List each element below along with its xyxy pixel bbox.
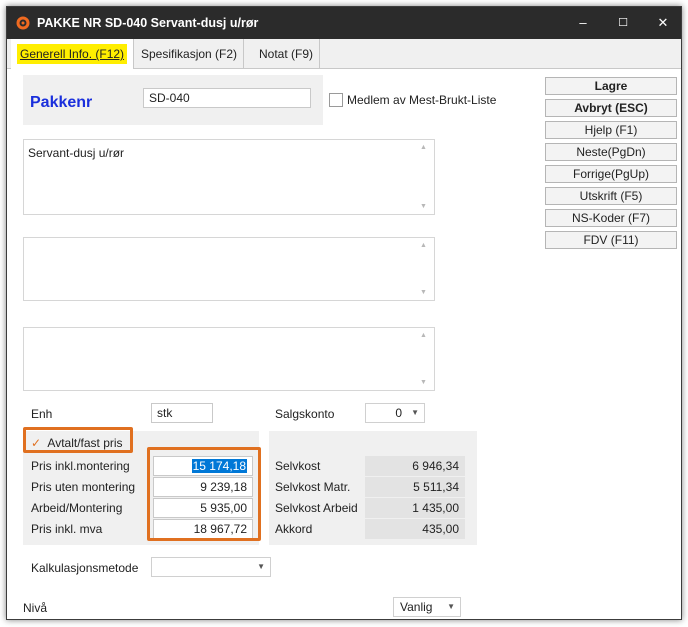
chevron-down-icon: ▼ [257, 562, 265, 571]
selvkost-value: 6 946,34 [365, 456, 465, 476]
scroll-up-icon[interactable]: ▲ [420, 242, 427, 249]
scroll-down-icon[interactable]: ▼ [420, 203, 427, 210]
selvkost-label: Selvkost [275, 459, 321, 473]
tab-label: Notat (F9) [259, 47, 314, 61]
title-bar: PAKKE NR SD-040 Servant-dusj u/rør – ☐ ✕ [7, 7, 681, 39]
salgskonto-label: Salgskonto [275, 407, 335, 421]
pakkenr-input[interactable]: SD-040 [143, 88, 311, 108]
scrollbar[interactable]: ▲ ▼ [417, 238, 434, 300]
tab-label: Spesifikasjon (F2) [141, 47, 238, 61]
enh-label: Enh [31, 407, 53, 421]
fdv-button[interactable]: FDV (F11) [545, 231, 677, 249]
kalkulasjonsmetode-select[interactable]: ▼ [151, 557, 271, 577]
avtalt-callout-frame [23, 427, 133, 453]
window-title: PAKKE NR SD-040 Servant-dusj u/rør [37, 16, 259, 30]
niva-select[interactable]: Vanlig ▼ [393, 597, 461, 617]
salgskonto-value: 0 [395, 406, 402, 420]
description-textarea-1[interactable]: Servant-dusj u/rør ▲ ▼ [23, 139, 435, 215]
tab-bar: Generell Info. (F12) Spesifikasjon (F2) … [7, 39, 681, 70]
description-textarea-3[interactable]: ▲ ▼ [23, 327, 435, 391]
description-textarea-2[interactable]: ▲ ▼ [23, 237, 435, 301]
scrollbar[interactable]: ▲ ▼ [417, 140, 434, 214]
scroll-up-icon[interactable]: ▲ [420, 144, 427, 151]
enh-input[interactable]: stk [151, 403, 213, 423]
akkord-value: 435,00 [365, 519, 465, 539]
lagre-button[interactable]: Lagre [545, 77, 677, 95]
general-info-panel: Pakkenr SD-040 Medlem av Mest-Brukt-List… [7, 69, 681, 619]
akkord-label: Akkord [275, 522, 313, 536]
pakkenr-label: Pakkenr [30, 94, 93, 111]
selvkost-matr-label: Selvkost Matr. [275, 480, 351, 494]
hjelp-button[interactable]: Hjelp (F1) [545, 121, 677, 139]
pakkenr-box: Pakkenr SD-040 [23, 75, 323, 125]
maximize-button[interactable]: ☐ [603, 7, 643, 39]
avbryt-button[interactable]: Avbryt (ESC) [545, 99, 677, 117]
medlem-checkbox[interactable] [329, 93, 343, 107]
pris-inkl-mva-label: Pris inkl. mva [31, 522, 103, 536]
neste-button[interactable]: Neste(PgDn) [545, 143, 677, 161]
scroll-down-icon[interactable]: ▼ [420, 289, 427, 296]
medlem-label: Medlem av Mest-Brukt-Liste [347, 93, 497, 107]
scrollbar[interactable]: ▲ ▼ [417, 328, 434, 390]
arbeid-montering-label: Arbeid/Montering [31, 501, 123, 515]
package-window: PAKKE NR SD-040 Servant-dusj u/rør – ☐ ✕… [6, 6, 682, 620]
pris-uten-montering-label: Pris uten montering [31, 480, 136, 494]
pris-inkl-montering-label: Pris inkl.montering [31, 459, 130, 473]
scroll-down-icon[interactable]: ▼ [420, 379, 427, 386]
tab-generell-info[interactable]: Generell Info. (F12) [11, 39, 135, 70]
minimize-button[interactable]: – [563, 7, 603, 39]
selvkost-matr-value: 5 511,34 [365, 477, 465, 497]
niva-value: Vanlig [400, 600, 433, 614]
forrige-button[interactable]: Forrige(PgUp) [545, 165, 677, 183]
description-text: Servant-dusj u/rør [28, 146, 125, 160]
selvkost-arbeid-value: 1 435,00 [365, 498, 465, 518]
chevron-down-icon: ▼ [411, 408, 419, 417]
chevron-down-icon: ▼ [447, 602, 455, 611]
tab-notat[interactable]: Notat (F9) [253, 39, 321, 69]
tab-label: Generell Info. (F12) [17, 44, 128, 64]
close-button[interactable]: ✕ [643, 7, 681, 39]
niva-label: Nivå [23, 601, 48, 615]
utskrift-button[interactable]: Utskrift (F5) [545, 187, 677, 205]
salgskonto-select[interactable]: 0 ▼ [365, 403, 425, 423]
scroll-up-icon[interactable]: ▲ [420, 332, 427, 339]
price-callout-frame [147, 447, 261, 541]
tab-spesifikasjon[interactable]: Spesifikasjon (F2) [135, 39, 245, 69]
kalkulasjonsmetode-label: Kalkulasjonsmetode [31, 561, 139, 575]
app-gear-icon [16, 16, 30, 30]
selvkost-arbeid-label: Selvkost Arbeid [275, 501, 358, 515]
ns-koder-button[interactable]: NS-Koder (F7) [545, 209, 677, 227]
